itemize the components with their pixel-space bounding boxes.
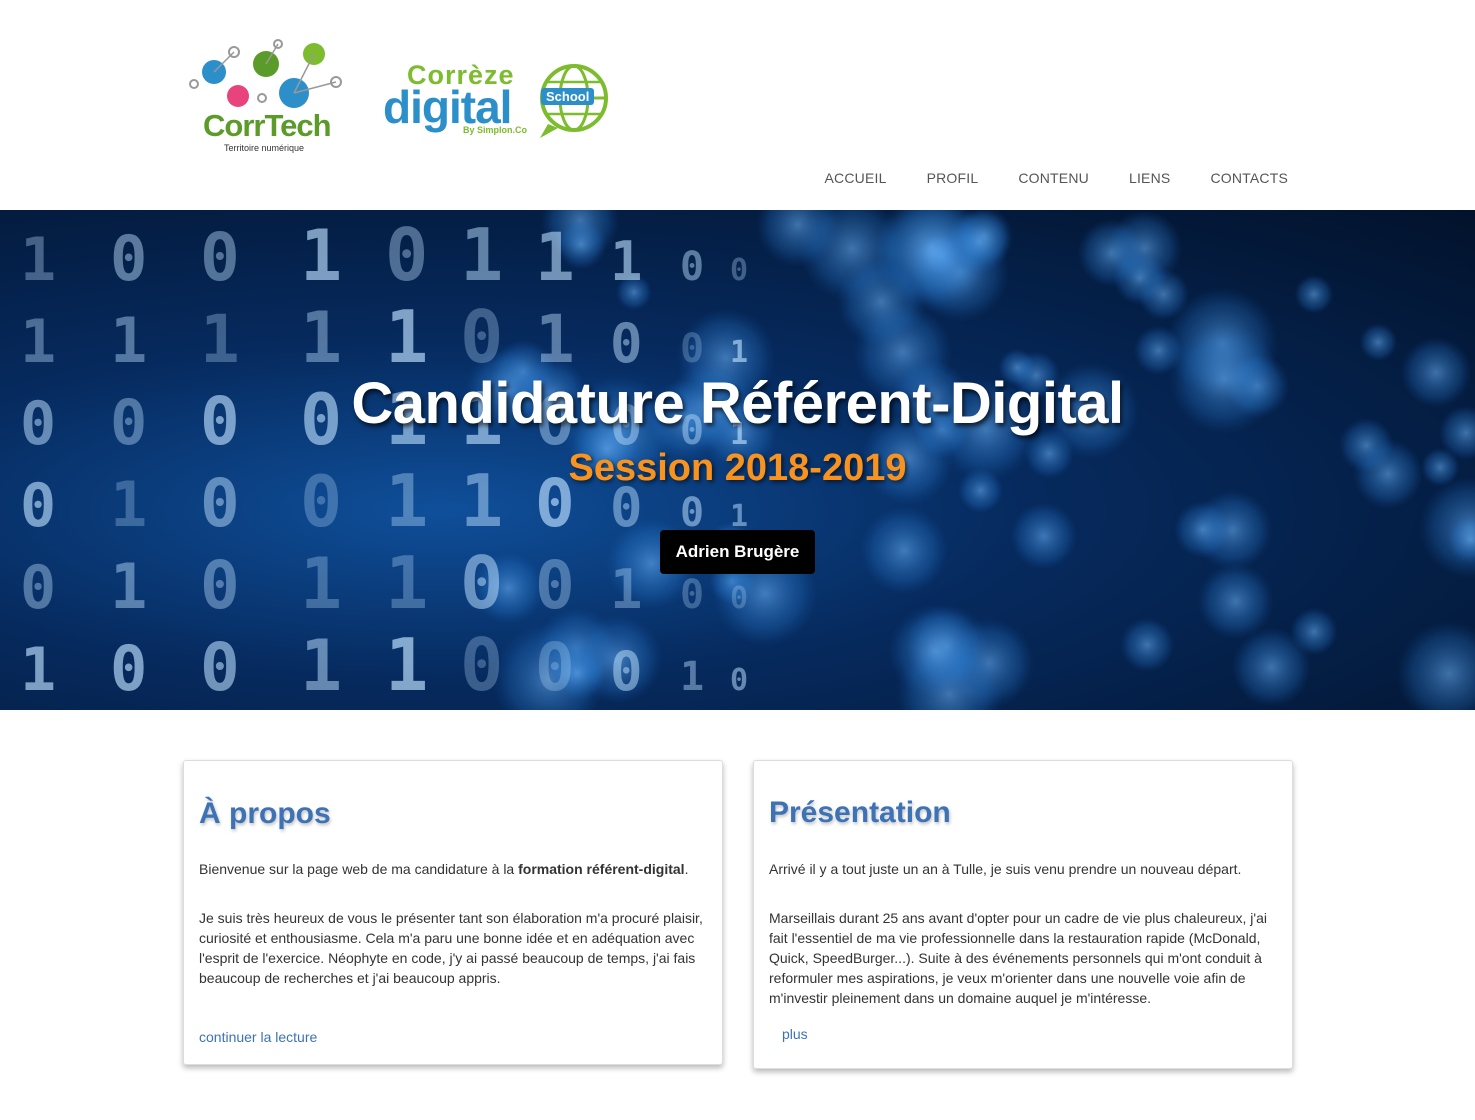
svg-text:1: 1: [460, 705, 503, 710]
svg-text:1: 1: [300, 215, 342, 297]
svg-text:0: 0: [680, 572, 704, 618]
svg-text:1: 1: [385, 623, 428, 707]
school-badge: School: [541, 88, 595, 105]
presentation-intro: Arrivé il y a tout juste un an à Tulle, …: [769, 861, 1242, 877]
svg-text:1: 1: [20, 225, 56, 295]
svg-text:0: 0: [460, 295, 503, 379]
svg-text:0: 0: [200, 219, 240, 296]
svg-text:1: 1: [385, 541, 428, 625]
svg-text:1: 1: [385, 295, 428, 379]
svg-text:1: 1: [730, 499, 748, 534]
svg-text:1: 1: [300, 543, 342, 625]
hero-title: Candidature Référent-Digital: [351, 371, 1124, 436]
more-link[interactable]: plus: [782, 1026, 808, 1042]
svg-text:0: 0: [730, 253, 748, 288]
corrtech-tagline: Territoire numérique: [224, 143, 305, 153]
svg-text:0: 0: [20, 553, 56, 623]
author-name-button[interactable]: Adrien Brugère: [660, 530, 815, 574]
svg-text:0: 0: [535, 547, 575, 624]
about-card: À propos Bienvenue sur la page web de ma…: [183, 760, 723, 1065]
site-header: CorrTech Territoire numérique Corrèze di…: [0, 0, 1475, 210]
svg-text:1: 1: [20, 635, 56, 705]
corrtech-brand: CorrTech: [203, 108, 332, 143]
svg-text:1: 1: [535, 301, 575, 378]
nav-liens[interactable]: LIENS: [1129, 170, 1170, 186]
svg-text:0: 0: [110, 222, 147, 295]
presentation-body: Marseillais durant 25 ans avant d'opter …: [769, 910, 1267, 1006]
presentation-card: Présentation Arrivé il y a tout juste un…: [753, 760, 1293, 1069]
svg-text:1: 1: [460, 213, 503, 297]
svg-text:0: 0: [460, 541, 503, 625]
svg-text:0: 0: [460, 623, 503, 707]
svg-text:0: 0: [300, 707, 342, 710]
svg-text:0: 0: [385, 705, 428, 710]
svg-text:0: 0: [385, 213, 428, 297]
svg-text:1: 1: [300, 625, 342, 707]
nav-profil[interactable]: PROFIL: [927, 170, 979, 186]
svg-text:0: 0: [200, 629, 240, 706]
svg-text:1: 1: [680, 654, 704, 700]
nav-contacts[interactable]: CONTACTS: [1210, 170, 1288, 186]
hero-subtitle: Session 2018-2019: [568, 447, 907, 489]
svg-text:1: 1: [200, 301, 240, 378]
svg-text:0: 0: [730, 581, 748, 616]
svg-text:0: 0: [535, 629, 575, 706]
main-nav: ACCUEIL PROFIL CONTENU LIENS CONTACTS: [784, 170, 1288, 186]
svg-text:1: 1: [610, 230, 643, 293]
about-intro: Bienvenue sur la page web de ma candidat…: [199, 861, 689, 877]
svg-text:0: 0: [680, 244, 704, 290]
svg-text:1: 1: [730, 335, 748, 370]
hero-banner: 1100010010110001000011100110011111010110…: [0, 210, 1475, 710]
svg-text:0: 0: [200, 547, 240, 624]
about-body: Je suis très heureux de vous le présente…: [199, 910, 703, 986]
svg-text:1: 1: [110, 304, 147, 377]
svg-text:0: 0: [610, 640, 643, 703]
svg-text:1: 1: [610, 558, 643, 621]
svg-text:1: 1: [20, 307, 56, 377]
svg-text:0: 0: [730, 663, 748, 698]
svg-text:1: 1: [535, 219, 575, 296]
presentation-title: Présentation: [769, 796, 951, 829]
about-title: À propos: [199, 797, 331, 830]
continue-reading-link[interactable]: continuer la lecture: [199, 1029, 317, 1045]
simplon-text: By Simplon.Co: [463, 125, 528, 135]
svg-text:1: 1: [110, 550, 147, 623]
svg-text:0: 0: [610, 312, 643, 375]
svg-text:0: 0: [110, 632, 147, 705]
nav-contenu[interactable]: CONTENU: [1018, 170, 1089, 186]
nav-accueil[interactable]: ACCUEIL: [824, 170, 886, 186]
svg-text:0: 0: [680, 326, 704, 372]
svg-text:1: 1: [300, 297, 342, 379]
